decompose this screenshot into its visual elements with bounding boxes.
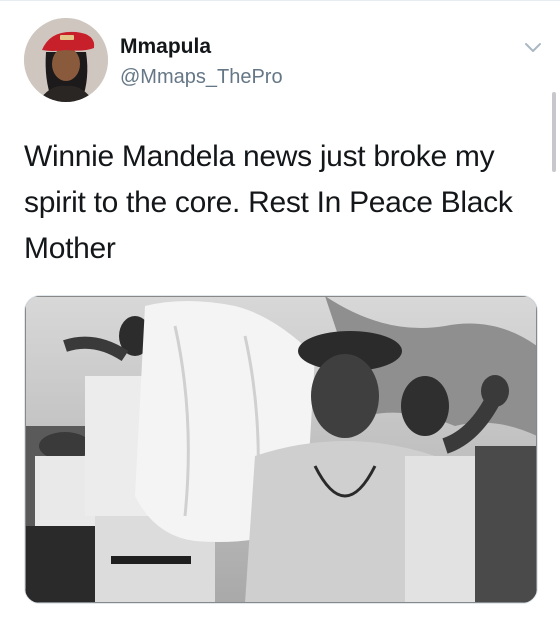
author-names: Mmapula @Mmaps_ThePro	[120, 34, 283, 90]
scrollbar[interactable]	[552, 92, 556, 172]
photo-icon	[25, 296, 537, 603]
tweet-header: Mmapula @Mmaps_ThePro	[24, 18, 544, 108]
tweet-text: Winnie Mandela news just broke my spirit…	[24, 140, 521, 265]
avatar-photo-icon	[24, 18, 108, 102]
chevron-down-icon[interactable]	[522, 36, 544, 58]
display-name[interactable]: Mmapula	[120, 34, 283, 60]
tweet-photo[interactable]	[24, 295, 538, 604]
avatar[interactable]	[24, 18, 108, 102]
top-divider	[0, 0, 560, 1]
user-handle[interactable]: @Mmaps_ThePro	[120, 64, 283, 90]
